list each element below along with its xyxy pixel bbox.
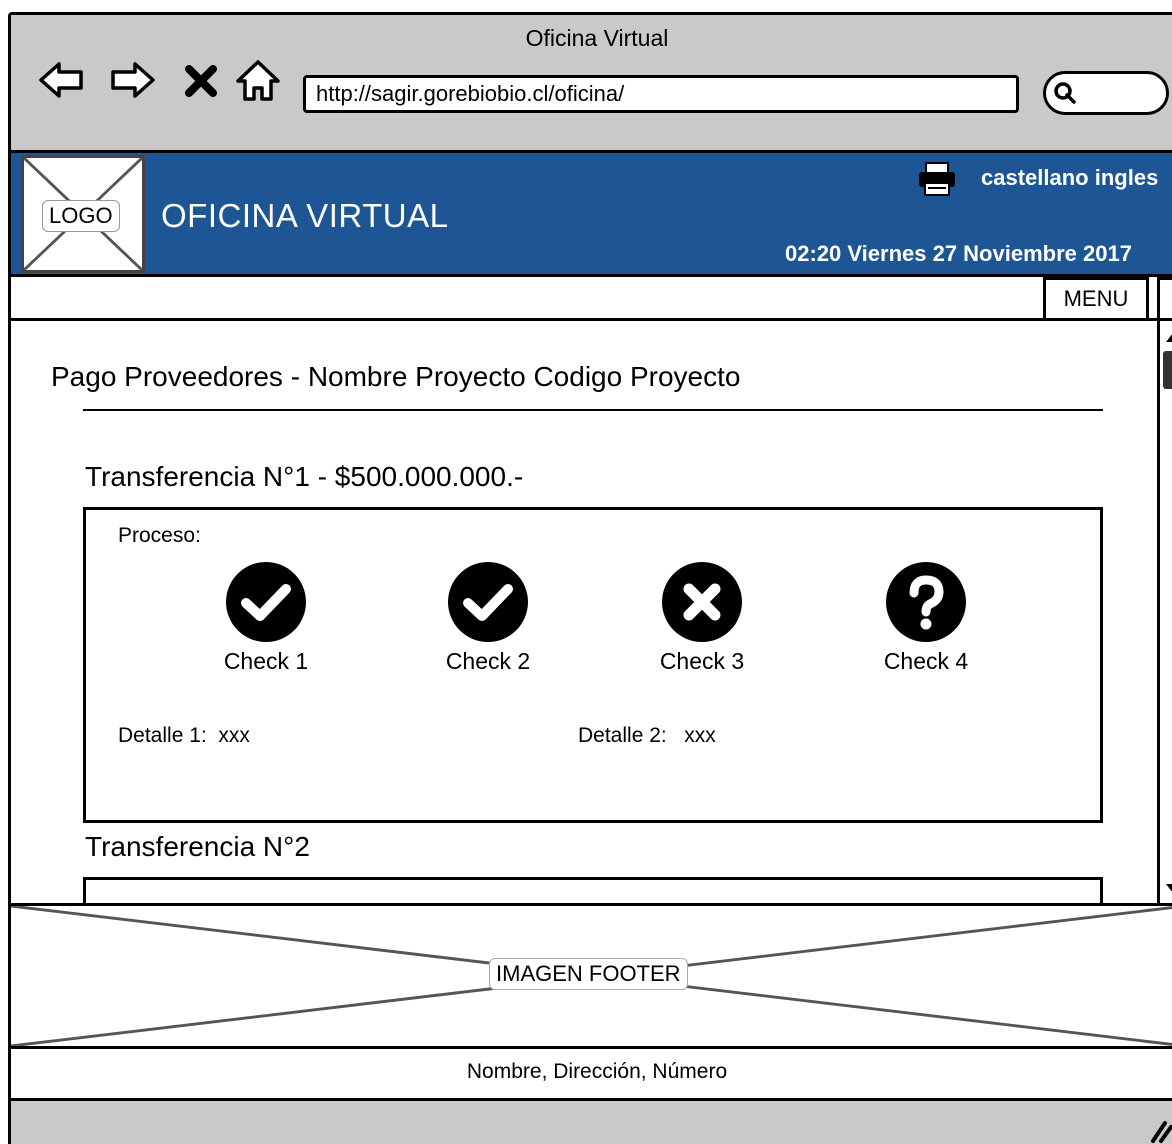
stop-x-icon[interactable] xyxy=(181,55,221,105)
back-arrow-icon[interactable] xyxy=(37,55,87,105)
search-icon xyxy=(1054,82,1076,104)
transfer-2-panel xyxy=(83,877,1103,903)
proceso-label: Proceso: xyxy=(118,524,201,547)
logo-placeholder[interactable]: LOGO xyxy=(21,155,145,273)
check-4-label: Check 4 xyxy=(883,648,969,674)
detalle-2: Detalle 2: xxx xyxy=(578,724,716,748)
question-circle-icon xyxy=(886,562,966,642)
printer-icon[interactable] xyxy=(917,161,957,197)
home-icon[interactable] xyxy=(233,55,283,105)
scroll-thumb[interactable] xyxy=(1163,351,1172,389)
browser-window: Oficina Virtual http://sagir.gorebiobio.… xyxy=(8,12,1172,1144)
x-circle-icon xyxy=(662,562,742,642)
footer-image-placeholder: IMAGEN FOOTER xyxy=(11,903,1172,1049)
date-time: 02:20 Viernes 27 Noviembre 2017 xyxy=(785,241,1132,266)
window-title: Oficina Virtual xyxy=(525,25,669,51)
footer-contact-text: Nombre, Dirección, Número xyxy=(11,1049,1172,1101)
status-bar xyxy=(11,1101,1172,1144)
url-input[interactable]: http://sagir.gorebiobio.cl/oficina/ xyxy=(303,75,1019,113)
transfer-1-panel: Proceso: Check 1 Check 2 Check 3 Check 4… xyxy=(83,507,1103,823)
site-header: LOGO OFICINA VIRTUAL castellano ingles 0… xyxy=(11,153,1172,277)
lang-ingles-link[interactable]: ingles xyxy=(1095,165,1159,190)
main-content: Pago Proveedores - Nombre Proyecto Codig… xyxy=(11,321,1157,903)
transfer-1-title: Transferencia N°1 - $500.000.000.- xyxy=(85,461,524,492)
detalle-1-value: xxx xyxy=(218,724,250,747)
detalle-1: Detalle 1: xxx xyxy=(118,724,250,748)
vertical-scrollbar[interactable] xyxy=(1157,321,1172,903)
transfer-2-title: Transferencia N°2 xyxy=(85,831,310,862)
check-2-label: Check 2 xyxy=(445,648,531,674)
logo-label: LOGO xyxy=(42,200,120,232)
site-title: OFICINA VIRTUAL xyxy=(161,197,449,234)
check-1-label: Check 1 xyxy=(223,648,309,674)
check-1-step[interactable]: Check 1 xyxy=(206,560,326,675)
title-divider xyxy=(83,409,1103,411)
detalle-2-label: Detalle 2: xyxy=(578,724,667,747)
check-3-label: Check 3 xyxy=(659,648,745,674)
check-circle-icon xyxy=(448,562,528,642)
menu-button[interactable]: MENU xyxy=(1043,277,1149,321)
search-input[interactable] xyxy=(1043,71,1169,115)
page-title: Pago Proveedores - Nombre Proyecto Codig… xyxy=(51,361,741,392)
menu-extra-button[interactable] xyxy=(1157,277,1172,321)
check-4-step[interactable]: Check 4 xyxy=(866,560,986,675)
resize-grip-icon[interactable] xyxy=(1143,1115,1172,1144)
lang-castellano-link[interactable]: castellano xyxy=(981,165,1089,190)
language-selector: castellano ingles xyxy=(981,165,1158,191)
menu-bar: MENU xyxy=(11,277,1172,321)
scroll-up-icon[interactable] xyxy=(1162,327,1172,349)
detalle-2-value: xxx xyxy=(684,724,716,747)
browser-toolbar: Oficina Virtual http://sagir.gorebiobio.… xyxy=(11,15,1172,153)
forward-arrow-icon[interactable] xyxy=(107,55,157,105)
footer-image-label: IMAGEN FOOTER xyxy=(489,958,688,990)
check-3-step[interactable]: Check 3 xyxy=(642,560,762,675)
check-2-step[interactable]: Check 2 xyxy=(428,560,548,675)
check-circle-icon xyxy=(226,562,306,642)
scroll-down-icon[interactable] xyxy=(1162,877,1172,899)
detalle-1-label: Detalle 1: xyxy=(118,724,207,747)
